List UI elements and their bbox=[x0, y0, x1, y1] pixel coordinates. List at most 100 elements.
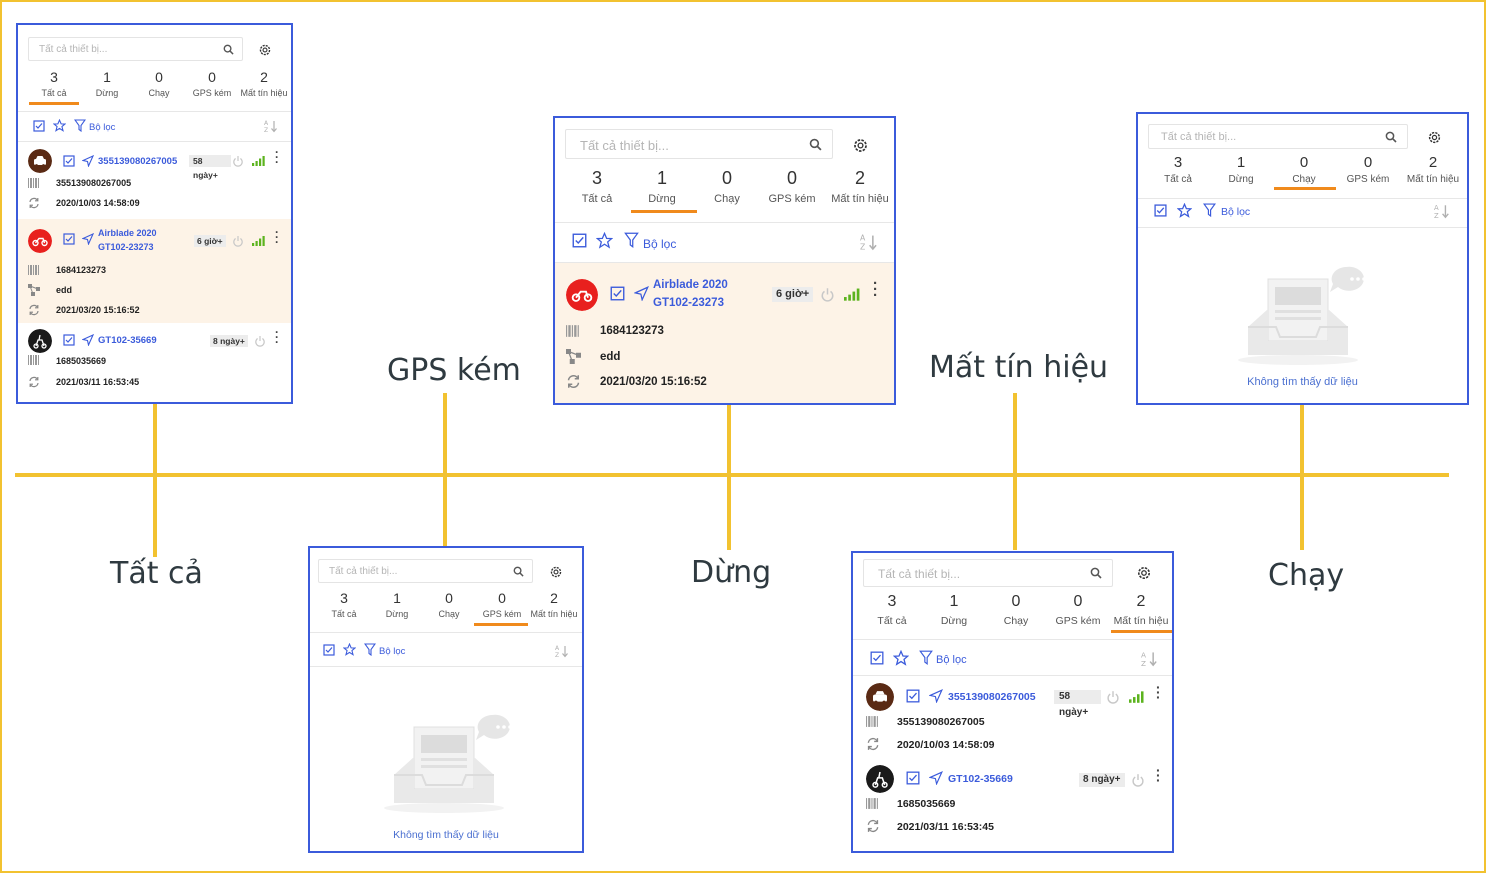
filter-label[interactable]: Bộ lọc bbox=[1221, 206, 1250, 218]
filter-label[interactable]: Bộ lọc bbox=[643, 237, 676, 251]
list-item-selected[interactable]: Airblade 2020 GT102-23273 6 giờ+ · · · 168… bbox=[18, 219, 291, 323]
stat-running[interactable]: 0 Chạy bbox=[422, 590, 476, 619]
power-icon bbox=[255, 336, 265, 347]
navigation-icon[interactable] bbox=[82, 334, 94, 346]
stat-stopped[interactable]: 1 Dừng bbox=[630, 168, 694, 205]
select-all-checkbox-icon[interactable] bbox=[33, 120, 45, 132]
device-plate[interactable]: GT102-23273 bbox=[653, 297, 724, 309]
stat-all[interactable]: 3 Tất cả bbox=[1147, 154, 1209, 185]
stat-stopped[interactable]: 1 Dừng bbox=[370, 590, 424, 619]
search-input[interactable]: Tất cả thiết bị... bbox=[1148, 124, 1408, 149]
select-all-checkbox-icon[interactable] bbox=[1154, 204, 1167, 217]
search-icon[interactable] bbox=[223, 44, 234, 55]
panel-running: Tất cả thiết bị... 3 Tất cả 1 Dừng 0 Chạy 0… bbox=[1136, 112, 1469, 405]
checkbox-icon[interactable] bbox=[610, 286, 625, 301]
gear-icon[interactable] bbox=[1427, 130, 1442, 145]
filter-icon[interactable] bbox=[624, 232, 639, 248]
filter-label[interactable]: Bộ lọc bbox=[379, 646, 405, 657]
navigation-icon[interactable] bbox=[634, 286, 649, 301]
search-icon[interactable] bbox=[513, 566, 524, 577]
device-id[interactable]: 355139080267005 bbox=[98, 156, 177, 167]
gear-icon[interactable] bbox=[852, 137, 869, 154]
stat-gps-weak[interactable]: 0 GPS kém bbox=[1048, 593, 1108, 627]
more-icon[interactable]: · · · bbox=[275, 226, 279, 248]
stat-lost-signal[interactable]: 2 Mất tín hiệu bbox=[1400, 154, 1466, 185]
star-icon[interactable] bbox=[53, 119, 66, 132]
gear-icon[interactable] bbox=[549, 565, 563, 579]
stat-gps-weak[interactable]: 0 GPS kém bbox=[475, 590, 529, 619]
checkbox-icon[interactable] bbox=[906, 689, 920, 703]
more-icon[interactable]: · · · bbox=[1156, 763, 1161, 787]
filter-label[interactable]: Bộ lọc bbox=[936, 654, 967, 666]
more-icon[interactable]: · · · bbox=[873, 276, 878, 303]
checkbox-icon[interactable] bbox=[906, 771, 920, 785]
stat-lost-signal[interactable]: 2 Mất tín hiệu bbox=[825, 168, 894, 205]
more-icon[interactable]: · · · bbox=[275, 326, 279, 348]
refresh-icon bbox=[29, 304, 39, 316]
stat-stopped[interactable]: 1 Dừng bbox=[924, 593, 984, 627]
device-plate[interactable]: GT102-23273 bbox=[98, 242, 154, 252]
search-input[interactable]: Tất cả thiết bị... bbox=[28, 37, 243, 61]
stat-stopped[interactable]: 1 Dừng bbox=[1210, 154, 1272, 185]
stat-lost-signal[interactable]: 2 Mất tín hiệu bbox=[526, 590, 582, 619]
search-input[interactable]: Tất cả thiết bị... bbox=[318, 559, 533, 583]
star-icon[interactable] bbox=[1177, 203, 1192, 218]
list-item-selected[interactable]: Airblade 2020 GT102-23273 6 giờ+ · · · 168… bbox=[555, 263, 894, 403]
search-input[interactable]: Tất cả thiết bị... bbox=[863, 559, 1113, 587]
star-icon[interactable] bbox=[596, 232, 613, 249]
stat-lost-signal[interactable]: 2 Mất tín hiệu bbox=[236, 69, 291, 98]
stat-lost-signal[interactable]: 2 Mất tín hiệu bbox=[1109, 593, 1172, 627]
sort-az-icon[interactable]: AZ bbox=[264, 119, 278, 133]
filter-icon[interactable] bbox=[364, 643, 376, 656]
checkbox-icon[interactable] bbox=[63, 334, 75, 346]
checkbox-icon[interactable] bbox=[63, 233, 75, 245]
device-id[interactable]: GT102-35669 bbox=[948, 773, 1013, 785]
filter-label[interactable]: Bộ lọc bbox=[89, 122, 115, 133]
navigation-icon[interactable] bbox=[929, 771, 943, 785]
search-input[interactable]: Tất cả thiết bị... bbox=[565, 129, 833, 159]
stat-running[interactable]: 0 Chạy bbox=[986, 593, 1046, 627]
select-all-checkbox-icon[interactable] bbox=[572, 233, 587, 248]
stat-gps-weak[interactable]: 0 GPS kém bbox=[185, 69, 239, 98]
device-name[interactable]: Airblade 2020 bbox=[98, 228, 157, 238]
navigation-icon[interactable] bbox=[82, 233, 94, 245]
list-item[interactable]: GT102-35669 8 ngày+ · · · 1685035669 2021/… bbox=[18, 323, 291, 393]
search-icon[interactable] bbox=[1385, 131, 1397, 143]
list-item[interactable]: 355139080267005 58 ngày+ · · · 35513908026… bbox=[18, 143, 291, 219]
stat-all[interactable]: 3 Tất cả bbox=[27, 69, 81, 98]
select-all-checkbox-icon[interactable] bbox=[323, 644, 335, 656]
stat-running[interactable]: 0 Chạy bbox=[132, 69, 186, 98]
search-icon[interactable] bbox=[809, 138, 822, 151]
star-icon[interactable] bbox=[893, 650, 909, 666]
search-icon[interactable] bbox=[1090, 567, 1102, 579]
list-item[interactable]: 355139080267005 58 ngày+ · · · 35513908026… bbox=[853, 677, 1172, 759]
navigation-icon[interactable] bbox=[929, 689, 943, 703]
sort-az-icon[interactable]: AZ bbox=[860, 233, 878, 251]
filter-icon[interactable] bbox=[1203, 203, 1216, 217]
sort-az-icon[interactable]: AZ bbox=[1141, 650, 1158, 667]
stat-gps-weak[interactable]: 0 GPS kém bbox=[760, 168, 824, 205]
more-icon[interactable]: · · · bbox=[1156, 680, 1161, 704]
navigation-icon[interactable] bbox=[82, 155, 94, 167]
device-name[interactable]: Airblade 2020 bbox=[653, 279, 728, 291]
gear-icon[interactable] bbox=[1136, 565, 1152, 581]
stat-gps-weak[interactable]: 0 GPS kém bbox=[1337, 154, 1399, 185]
stat-running[interactable]: 0 Chạy bbox=[695, 168, 759, 205]
more-icon[interactable]: · · · bbox=[275, 146, 279, 168]
sort-az-icon[interactable]: AZ bbox=[1434, 203, 1450, 219]
stat-stopped[interactable]: 1 Dừng bbox=[80, 69, 134, 98]
filter-icon[interactable] bbox=[74, 119, 86, 132]
stat-all[interactable]: 3 Tất cả bbox=[317, 590, 371, 619]
sort-az-icon[interactable]: AZ bbox=[555, 644, 569, 658]
star-icon[interactable] bbox=[343, 643, 356, 656]
device-id[interactable]: 355139080267005 bbox=[948, 691, 1036, 703]
stat-all[interactable]: 3 Tất cả bbox=[862, 593, 922, 627]
checkbox-icon[interactable] bbox=[63, 155, 75, 167]
select-all-checkbox-icon[interactable] bbox=[870, 651, 884, 665]
stat-all[interactable]: 3 Tất cả bbox=[565, 168, 629, 205]
stat-running[interactable]: 0 Chạy bbox=[1273, 154, 1335, 185]
gear-icon[interactable] bbox=[258, 43, 272, 57]
filter-icon[interactable] bbox=[919, 650, 933, 665]
device-id[interactable]: GT102-35669 bbox=[98, 335, 157, 346]
list-item[interactable]: GT102-35669 8 ngày+ · · · 1685035669 2021/… bbox=[853, 759, 1172, 849]
